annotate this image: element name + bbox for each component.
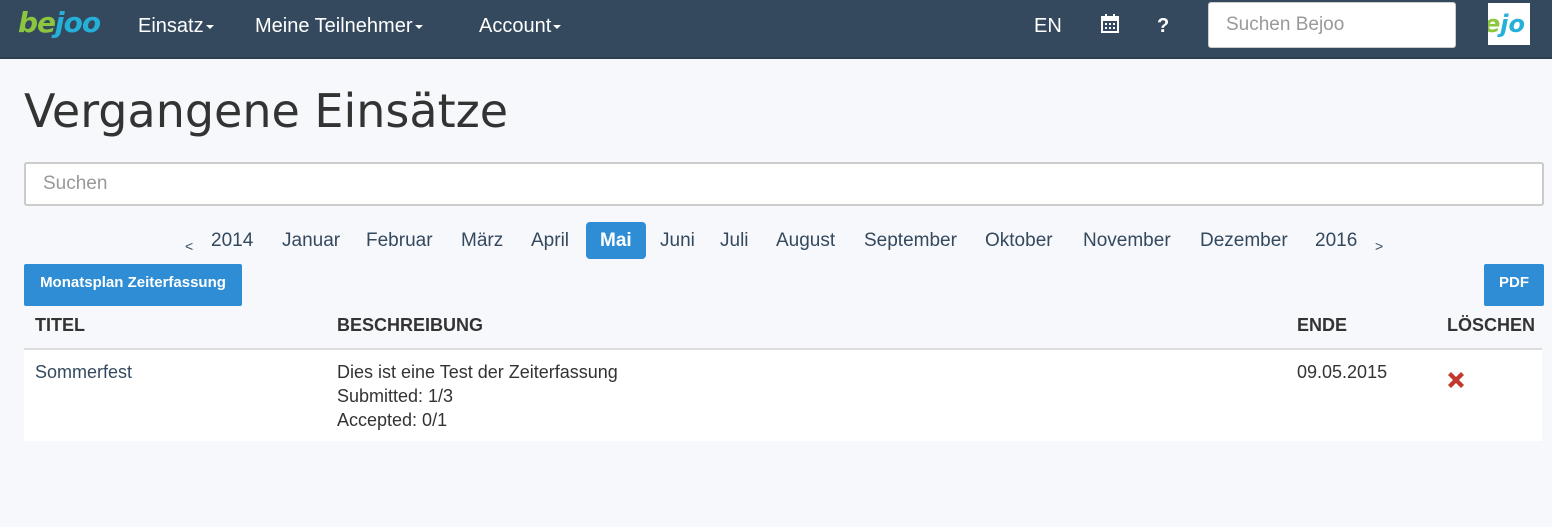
pager-prev-year[interactable]: 2014 [211, 222, 253, 259]
pager-month-juli[interactable]: Juli [720, 222, 749, 259]
delete-icon[interactable] [1445, 369, 1467, 391]
brand-logo-part1: be [18, 6, 56, 39]
avatar-logo-part1: e [1488, 10, 1500, 38]
column-header-titel: TITEL [35, 315, 85, 335]
pager-month-august[interactable]: August [776, 222, 835, 259]
column-header-loeschen: LÖSCHEN [1447, 315, 1536, 335]
chevron-down-icon [205, 24, 214, 29]
page-title: Vergangene Einsätze [24, 84, 509, 138]
nav-menu-einsatz-label: Einsatz [138, 15, 204, 37]
submitted-status: Submitted: 1/3 [337, 386, 454, 406]
pager-month-september[interactable]: September [864, 222, 957, 259]
accepted-status: Accepted: 0/1 [337, 410, 448, 430]
avatar-logo-part2: jo [1500, 10, 1525, 38]
column-header-beschreibung: BESCHREIBUNG [337, 315, 484, 335]
description-line: Dies ist eine Test der Zeiterfassung [337, 362, 618, 382]
pager-month-februar[interactable]: Februar [366, 222, 433, 259]
pager-prev-arrow[interactable]: < [185, 228, 193, 265]
pager-month-november[interactable]: November [1083, 222, 1171, 259]
top-navbar: bejoo Einsatz Meine Teilnehmer Account E… [0, 0, 1552, 59]
user-avatar[interactable]: ejo [1488, 3, 1530, 45]
pager-month-dezember[interactable]: Dezember [1200, 222, 1288, 259]
brand-logo[interactable]: bejoo [18, 6, 101, 39]
chevron-down-icon [414, 24, 423, 29]
pdf-button[interactable]: PDF [1484, 264, 1544, 306]
end-date: 09.05.2015 [1297, 362, 1388, 382]
pager-next-arrow[interactable]: > [1375, 228, 1383, 265]
nav-menu-account[interactable]: Account [479, 13, 562, 39]
pager-month-juni[interactable]: Juni [660, 222, 695, 259]
nav-menu-meine-teilnehmer[interactable]: Meine Teilnehmer [255, 13, 423, 39]
brand-logo-part2: joo [55, 6, 101, 39]
pager-next-year[interactable]: 2016 [1315, 222, 1357, 259]
pager-month-mai[interactable]: Mai [586, 222, 646, 259]
nav-menu-einsatz[interactable]: Einsatz [138, 13, 214, 39]
monatsplan-zeiterfassung-button[interactable]: Monatsplan Zeiterfassung [24, 264, 242, 306]
pager-month-april[interactable]: April [531, 222, 569, 259]
nav-menu-meine-teilnehmer-label: Meine Teilnehmer [255, 15, 413, 37]
global-search-input[interactable] [1208, 2, 1456, 48]
chevron-down-icon [553, 24, 562, 29]
pager-month-oktober[interactable]: Oktober [985, 222, 1053, 259]
language-switch[interactable]: EN [1034, 13, 1062, 39]
einsatz-title-link[interactable]: Sommerfest [35, 360, 132, 384]
pager-month-januar[interactable]: Januar [282, 222, 340, 259]
nav-menu-account-label: Account [479, 15, 552, 37]
help-icon[interactable]: ? [1157, 13, 1169, 39]
column-header-ende: ENDE [1297, 315, 1348, 335]
pager-month-maerz[interactable]: März [461, 222, 503, 259]
einsatz-search-input[interactable] [24, 162, 1544, 206]
calendar-icon[interactable] [1100, 14, 1120, 34]
